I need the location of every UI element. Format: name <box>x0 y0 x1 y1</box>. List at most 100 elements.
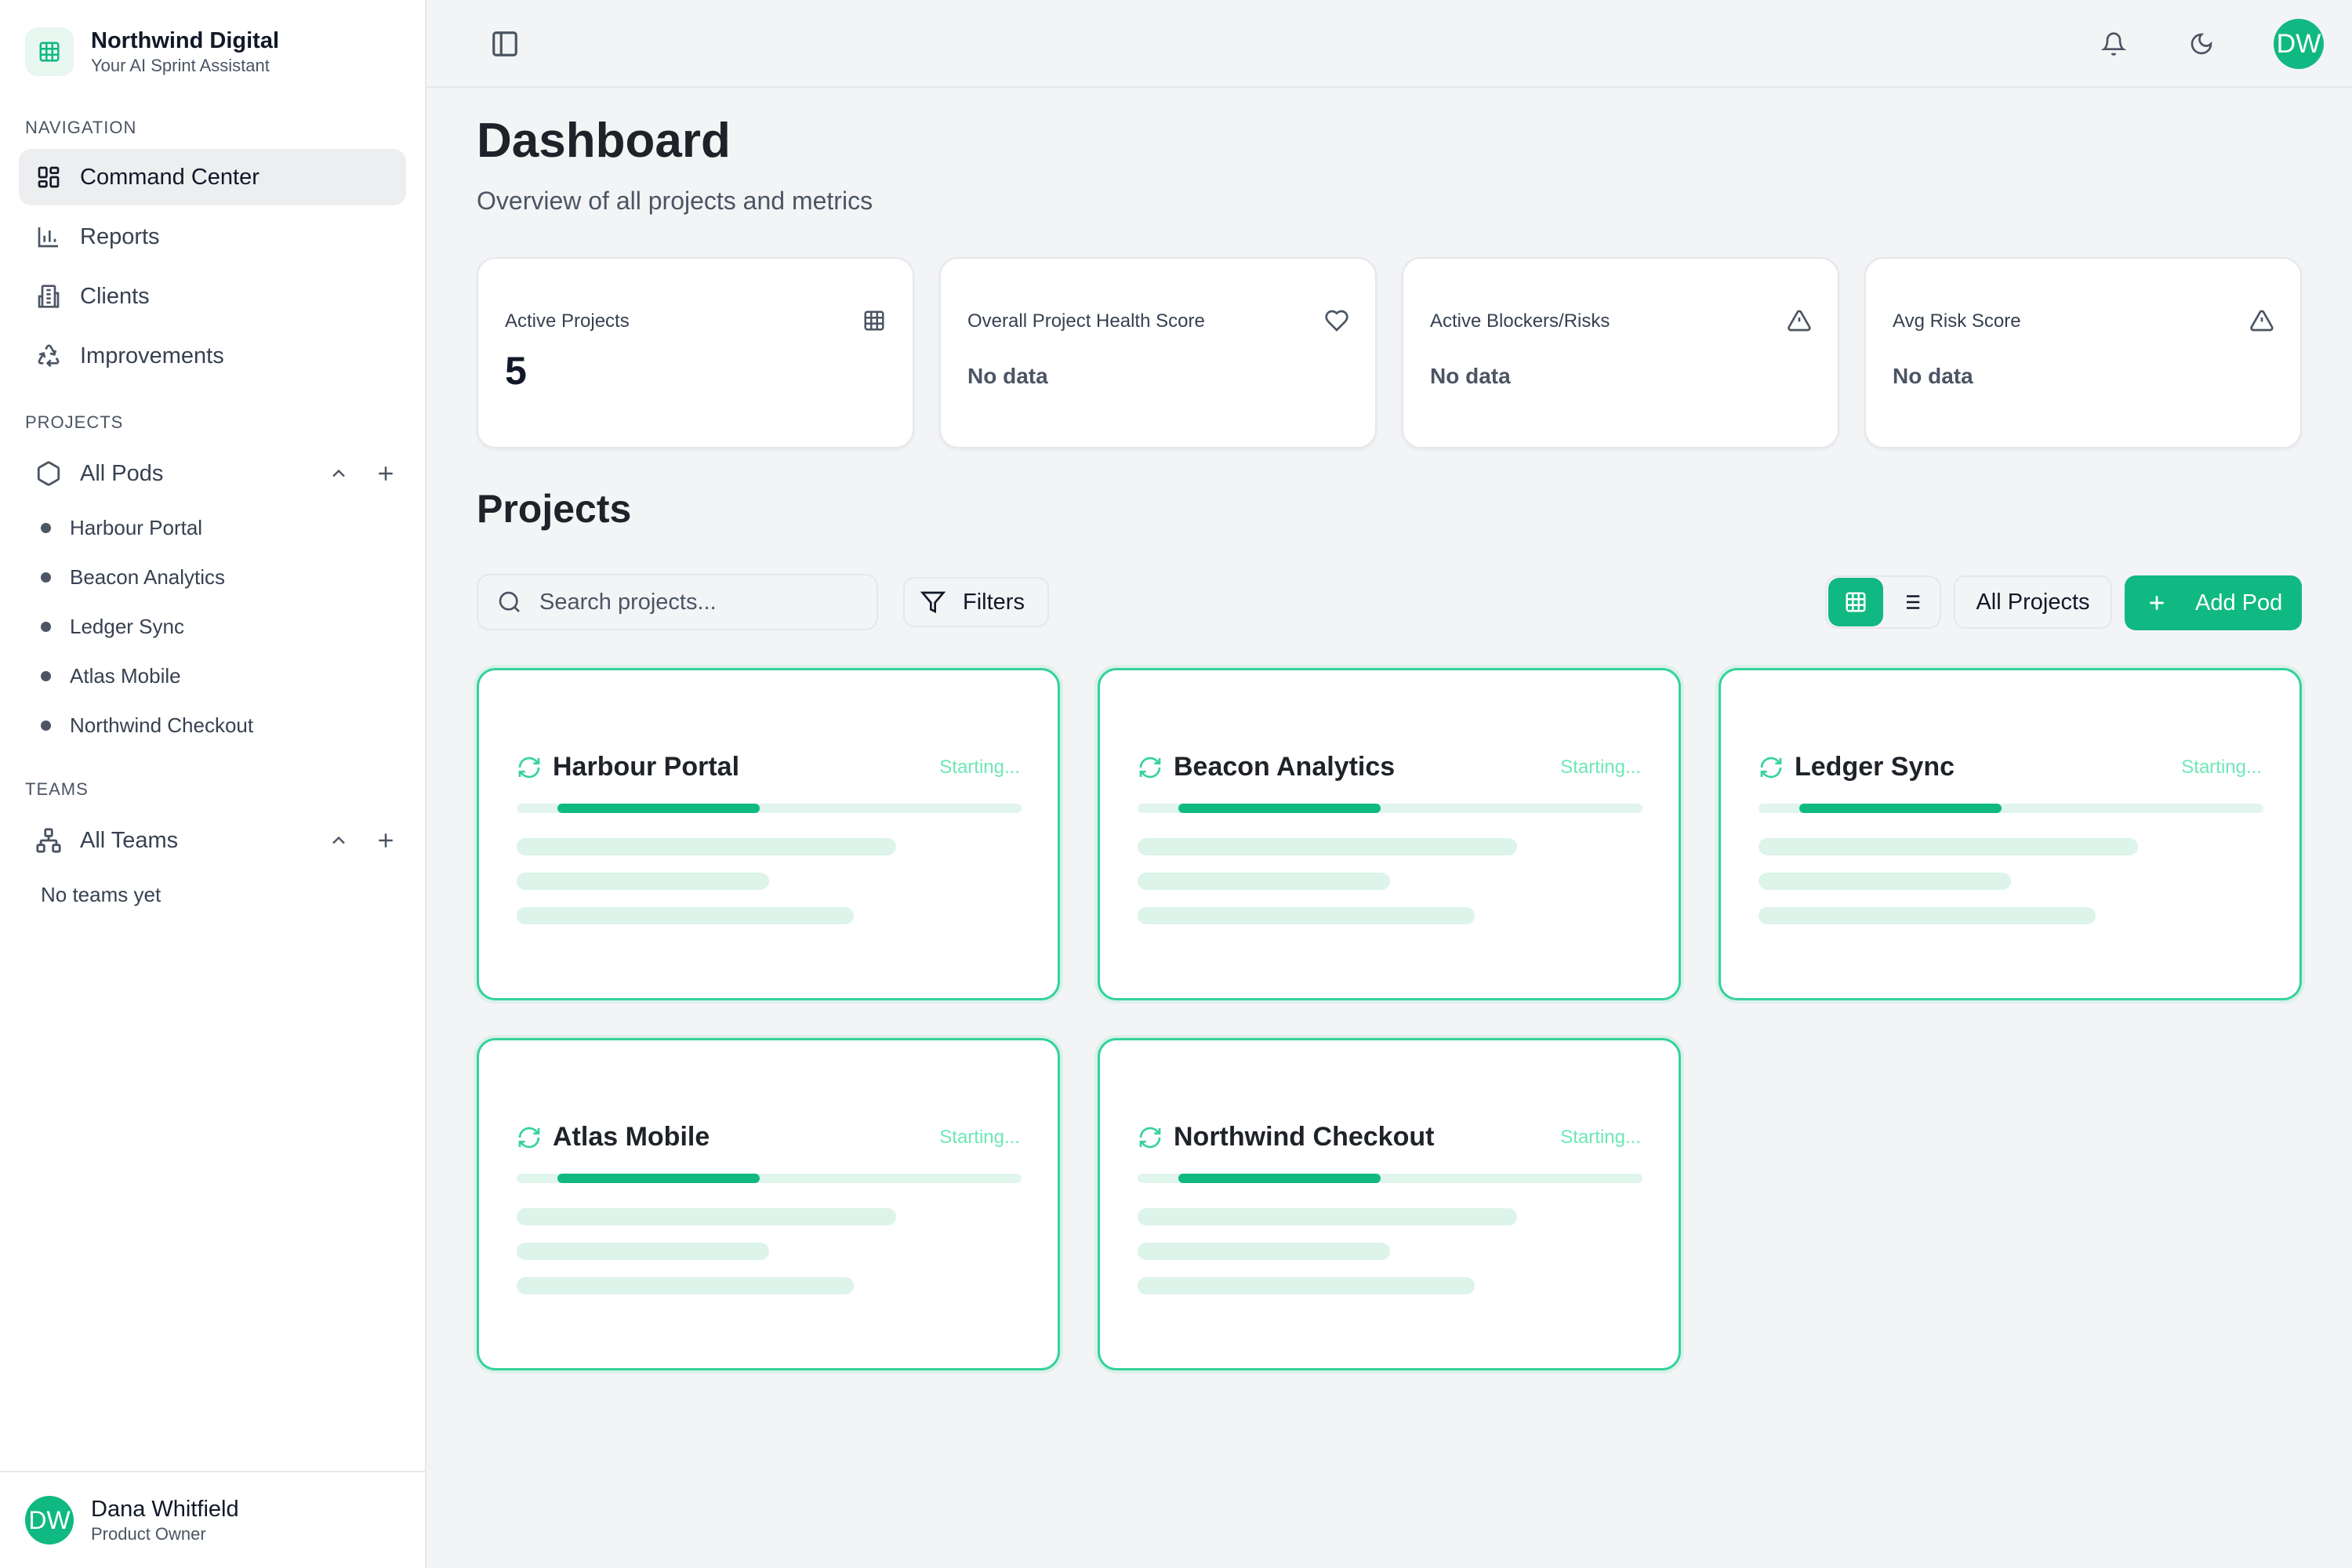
stat-label: Overall Project Health Score <box>967 310 1205 332</box>
skeleton-line <box>517 1208 896 1225</box>
user-profile[interactable]: DW Dana Whitfield Product Owner <box>0 1471 426 1568</box>
refresh-icon <box>1138 1125 1163 1150</box>
bullet-icon <box>41 572 51 583</box>
project-card-title: Harbour Portal <box>553 752 740 782</box>
search-input[interactable] <box>539 589 869 615</box>
dashboard-icon <box>34 163 63 191</box>
recycle-icon <box>34 342 63 370</box>
nav-item-clients[interactable]: Clients <box>19 268 406 325</box>
stat-card-health-score: Overall Project Health Score No data <box>939 257 1377 448</box>
add-pod-button[interactable]: Add Pod <box>2125 575 2302 630</box>
progress-fill <box>1178 804 1381 813</box>
avatar: DW <box>25 1496 74 1544</box>
project-status: Starting... <box>1560 757 1641 778</box>
progress-fill <box>1799 804 2002 813</box>
user-role: Product Owner <box>91 1524 206 1544</box>
bar-chart-icon <box>34 223 63 251</box>
bullet-icon <box>41 720 51 731</box>
skeleton-line <box>517 838 896 855</box>
chevron-up-icon[interactable] <box>325 826 353 855</box>
all-teams-label: All Teams <box>80 827 179 853</box>
filters-button[interactable]: Filters <box>903 577 1049 627</box>
grid-icon <box>1846 592 1866 612</box>
page-subtitle: Overview of all projects and metrics <box>477 187 873 215</box>
teams-section-title: TEAMS <box>25 779 89 799</box>
stat-label: Active Blockers/Risks <box>1430 310 1610 332</box>
stat-card-blockers: Active Blockers/Risks No data <box>1402 257 1839 448</box>
project-card-title: Northwind Checkout <box>1174 1122 1435 1152</box>
pod-item-atlas-mobile[interactable]: Atlas Mobile <box>41 664 181 688</box>
projects-heading: Projects <box>477 487 632 531</box>
refresh-icon <box>517 755 542 780</box>
nav-item-command-center[interactable]: Command Center <box>19 149 406 205</box>
skeleton-line <box>1138 838 1517 855</box>
chevron-up-icon[interactable] <box>325 459 353 488</box>
pod-item-northwind-checkout[interactable]: Northwind Checkout <box>41 713 253 738</box>
skeleton-line <box>1759 873 2011 890</box>
heart-icon <box>1323 307 1350 334</box>
progress-track <box>1138 1174 1642 1183</box>
nav-item-label: Clients <box>80 283 150 309</box>
refresh-icon <box>1138 755 1163 780</box>
project-card-title: Ledger Sync <box>1795 752 1955 782</box>
skeleton-line <box>1759 907 2096 924</box>
add-team-plus-icon[interactable] <box>372 826 400 855</box>
top-bar: DW <box>426 0 2352 88</box>
stat-card-active-projects: Active Projects 5 <box>477 257 914 448</box>
progress-track <box>1759 804 2263 813</box>
projects-section-title: PROJECTS <box>25 412 124 432</box>
refresh-icon <box>1759 755 1784 780</box>
project-card-ledger-sync[interactable]: Ledger Sync Starting... <box>1719 668 2302 1000</box>
plus-icon <box>2145 591 2169 615</box>
add-pod-label: Add Pod <box>2195 590 2283 615</box>
nav-item-reports[interactable]: Reports <box>19 209 406 265</box>
pod-item-label: Harbour Portal <box>70 516 203 539</box>
nav-item-label: Command Center <box>80 164 260 190</box>
skeleton-line <box>1759 838 2138 855</box>
warning-icon <box>2249 307 2275 334</box>
bullet-icon <box>41 622 51 632</box>
nav-item-label: Reports <box>80 223 160 249</box>
sidebar-toggle-icon[interactable] <box>486 25 524 63</box>
bell-icon[interactable] <box>2095 25 2132 63</box>
add-pod-plus-icon[interactable] <box>372 459 400 488</box>
skeleton-line <box>517 1277 854 1294</box>
pod-item-label: Ledger Sync <box>70 615 184 638</box>
progress-track <box>1138 804 1642 813</box>
all-projects-button[interactable]: All Projects <box>1954 575 2112 629</box>
pod-item-label: Northwind Checkout <box>70 713 254 737</box>
nav-item-improvements[interactable]: Improvements <box>19 328 406 384</box>
grid-view-button[interactable] <box>1828 578 1883 626</box>
warning-icon <box>1786 307 1813 334</box>
list-icon <box>1901 595 1920 609</box>
list-view-button[interactable] <box>1883 578 1938 626</box>
skeleton-line <box>1138 1277 1475 1294</box>
pod-item-beacon-analytics[interactable]: Beacon Analytics <box>41 565 225 590</box>
project-status: Starting... <box>2181 757 2262 778</box>
hexagon-icon <box>34 459 63 488</box>
project-card-harbour-portal[interactable]: Harbour Portal Starting... <box>477 668 1060 1000</box>
stat-value: No data <box>1430 364 1511 388</box>
search-box <box>477 574 878 630</box>
stat-value: No data <box>1893 364 1973 388</box>
stat-label: Avg Risk Score <box>1893 310 2021 332</box>
bullet-icon <box>41 523 51 533</box>
stat-card-avg-risk: Avg Risk Score No data <box>1864 257 2302 448</box>
project-card-northwind-checkout[interactable]: Northwind Checkout Starting... <box>1098 1038 1681 1370</box>
filters-label: Filters <box>963 589 1025 615</box>
brand[interactable]: Northwind Digital Your AI Sprint Assista… <box>25 27 279 77</box>
moon-icon[interactable] <box>2183 25 2220 63</box>
skeleton-line <box>517 1243 769 1260</box>
skeleton-line <box>517 907 854 924</box>
all-teams-group[interactable]: All Teams <box>19 817 406 864</box>
project-card-beacon-analytics[interactable]: Beacon Analytics Starting... <box>1098 668 1681 1000</box>
sidebar: Northwind Digital Your AI Sprint Assista… <box>0 0 426 1568</box>
pod-item-harbour-portal[interactable]: Harbour Portal <box>41 516 202 540</box>
project-status: Starting... <box>939 757 1020 778</box>
project-card-atlas-mobile[interactable]: Atlas Mobile Starting... <box>477 1038 1060 1370</box>
pod-item-ledger-sync[interactable]: Ledger Sync <box>41 615 184 639</box>
all-pods-group[interactable]: All Pods <box>19 450 406 497</box>
avatar[interactable]: DW <box>2274 19 2324 69</box>
project-status: Starting... <box>1560 1127 1641 1148</box>
progress-fill <box>557 1174 760 1183</box>
